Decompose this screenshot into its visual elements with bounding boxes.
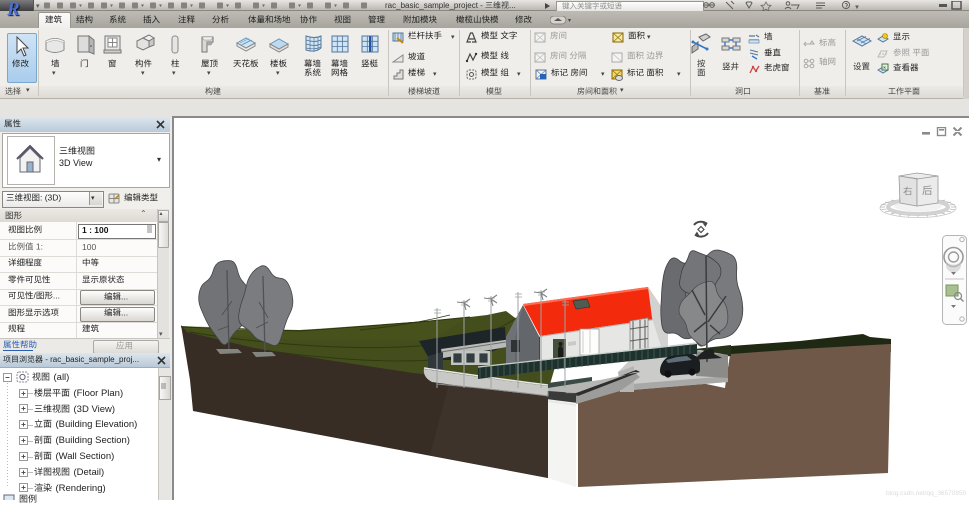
svg-text:...: ...	[53, 291, 60, 301]
svg-text:...: ...	[121, 292, 128, 302]
svg-text:...: ...	[509, 1, 516, 10]
svg-text:rac_basic_sample_project -: rac_basic_sample_project -	[385, 1, 485, 10]
svg-text:- rac_basic_sample_proj...: - rac_basic_sample_proj...	[43, 355, 139, 364]
svg-text:1:: 1:	[34, 242, 43, 252]
svg-text:/: /	[34, 291, 37, 301]
svg-text:: (3D): : (3D)	[40, 193, 61, 203]
svg-text:...: ...	[121, 308, 128, 318]
